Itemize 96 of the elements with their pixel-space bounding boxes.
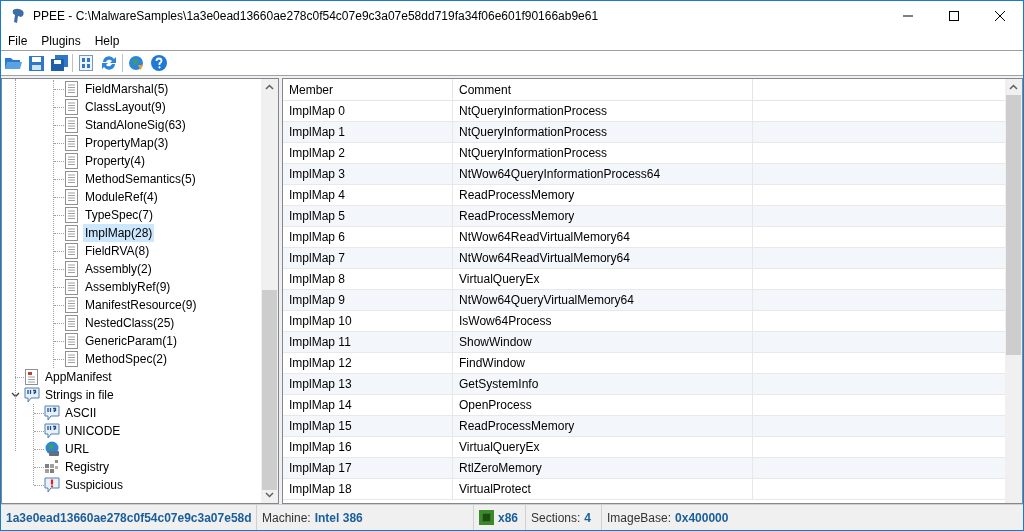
tree-item[interactable]: StandAloneSig(63) (83, 116, 188, 134)
table-cell: OpenProcess (453, 395, 753, 415)
table-cell: ImplMap 3 (283, 164, 453, 184)
hex-editor-icon[interactable] (76, 53, 96, 73)
file-name: 1a3e0ead13660ae278c0f54c07e9c3a07e58d (6, 509, 252, 527)
scrollbar-thumb[interactable] (1006, 95, 1021, 355)
table-cell: ImplMap 17 (283, 458, 453, 478)
status-label: Sections: (531, 509, 581, 527)
speech-bubble-icon (44, 423, 60, 439)
status-value: 4 (584, 509, 592, 527)
table-cell: ReadProcessMemory (453, 416, 753, 436)
table-cell: NtQueryInformationProcess (453, 122, 753, 142)
scrollbar[interactable] (1005, 79, 1022, 503)
tree-item[interactable]: Assembly(2) (83, 260, 154, 278)
table-cell: RtlZeroMemory (453, 458, 753, 478)
table-cell: NtWow64QueryVirtualMemory64 (453, 290, 753, 310)
table-cell: FindWindow (453, 353, 753, 373)
window-title: PPEE - C:\MalwareSamples\1a3e0ead13660ae278c0f54c07e9c3a07e58dd719fa34f06e601f90166ab9e61 (33, 8, 599, 25)
maximize-icon (949, 11, 959, 21)
save-icon[interactable] (26, 53, 46, 73)
tree-item[interactable]: ClassLayout(9) (83, 98, 168, 116)
tree-item[interactable]: FieldRVA(8) (83, 242, 152, 260)
tree-item[interactable]: TypeSpec(7) (83, 206, 156, 224)
table-cell: ImplMap 1 (283, 122, 453, 142)
save-all-icon[interactable] (49, 53, 69, 73)
menu-item[interactable]: Help (87, 30, 127, 51)
globe-download-icon[interactable] (126, 53, 146, 73)
tree-item[interactable]: URL (63, 440, 91, 458)
table-cell: IsWow64Process (453, 311, 753, 331)
table-cell: VirtualQueryEx (453, 437, 753, 457)
menu-item[interactable]: Plugins (34, 30, 88, 51)
table-cell: ReadProcessMemory (453, 206, 753, 226)
table-cell: ImplMap 5 (283, 206, 453, 226)
column-header[interactable]: Member (283, 79, 453, 100)
globe-icon (44, 441, 60, 457)
tree-item[interactable]: ModuleRef(4) (83, 188, 160, 206)
table-cell: ShowWindow (453, 332, 753, 352)
tree-item[interactable]: MethodSpec(2) (83, 350, 170, 368)
speech-bubble-icon (24, 387, 40, 403)
table-cell: ImplMap 0 (283, 101, 453, 121)
table-cell: ImplMap 12 (283, 353, 453, 373)
tree-item[interactable]: Suspicious (63, 476, 126, 494)
scrollbar[interactable] (261, 79, 278, 503)
tree-item[interactable]: PropertyMap(3) (83, 134, 171, 152)
tree-item[interactable]: Property(4) (83, 152, 148, 170)
status-value: Intel 386 (314, 509, 363, 527)
table-cell: NtQueryInformationProcess (453, 101, 753, 121)
table-cell: ImplMap 9 (283, 290, 453, 310)
tree-item[interactable]: ImplMap(28) (83, 224, 155, 242)
table-cell: ImplMap 8 (283, 269, 453, 289)
warning-bubble-icon (44, 477, 60, 493)
scroll-up-icon[interactable] (265, 84, 274, 90)
tree-item[interactable]: AssemblyRef(9) (83, 278, 173, 296)
table-cell: NtQueryInformationProcess (453, 143, 753, 163)
tree-item[interactable]: Strings in file (43, 386, 116, 404)
chip-icon (479, 510, 494, 525)
tree-item[interactable]: MethodSemantics(5) (83, 170, 198, 188)
tree-item[interactable]: AppManifest (43, 368, 114, 386)
close-icon (995, 11, 1005, 21)
tree-item[interactable]: ManifestResource(9) (83, 296, 199, 314)
column-header[interactable]: Comment (453, 79, 753, 100)
menu-item[interactable]: File (1, 30, 35, 51)
table-cell: ImplMap 6 (283, 227, 453, 247)
table-cell: ReadProcessMemory (453, 185, 753, 205)
status-value: 0x400000 (675, 509, 729, 527)
tree-item[interactable]: GenericParam(1) (83, 332, 180, 350)
table-cell: ImplMap 14 (283, 395, 453, 415)
help-icon[interactable] (149, 53, 169, 73)
scroll-up-icon[interactable] (1009, 84, 1018, 90)
table-cell: GetSystemInfo (453, 374, 753, 394)
tree-item[interactable]: Registry (63, 458, 111, 476)
status-label: Machine: (262, 509, 311, 527)
tree-item[interactable]: UNICODE (63, 422, 123, 440)
table-cell: ImplMap 11 (283, 332, 453, 352)
status-value: x86 (498, 509, 519, 527)
table-cell: NtWow64ReadVirtualMemory64 (453, 248, 753, 268)
table-cell: ImplMap 15 (283, 416, 453, 436)
table-cell: NtWow64QueryInformationProcess64 (453, 164, 753, 184)
refresh-icon[interactable] (99, 53, 119, 73)
table-cell: ImplMap 7 (283, 248, 453, 268)
table-cell: ImplMap 2 (283, 143, 453, 163)
table-cell: ImplMap 16 (283, 437, 453, 457)
status-label: ImageBase: (607, 509, 672, 527)
table-cell: VirtualProtect (453, 479, 753, 499)
table-cell: ImplMap 13 (283, 374, 453, 394)
scrollbar-thumb[interactable] (262, 290, 277, 490)
tree-item[interactable]: ASCII (63, 404, 99, 422)
tree-item[interactable]: FieldMarshal(5) (83, 80, 171, 98)
table-cell: VirtualQueryEx (453, 269, 753, 289)
table-cell: ImplMap 18 (283, 479, 453, 499)
table-cell: NtWow64ReadVirtualMemory64 (453, 227, 753, 247)
speech-bubble-icon (44, 405, 60, 421)
table-cell: ImplMap 10 (283, 311, 453, 331)
scroll-down-icon[interactable] (265, 492, 274, 498)
tree-item[interactable]: NestedClass(25) (83, 314, 177, 332)
table-cell: ImplMap 4 (283, 185, 453, 205)
